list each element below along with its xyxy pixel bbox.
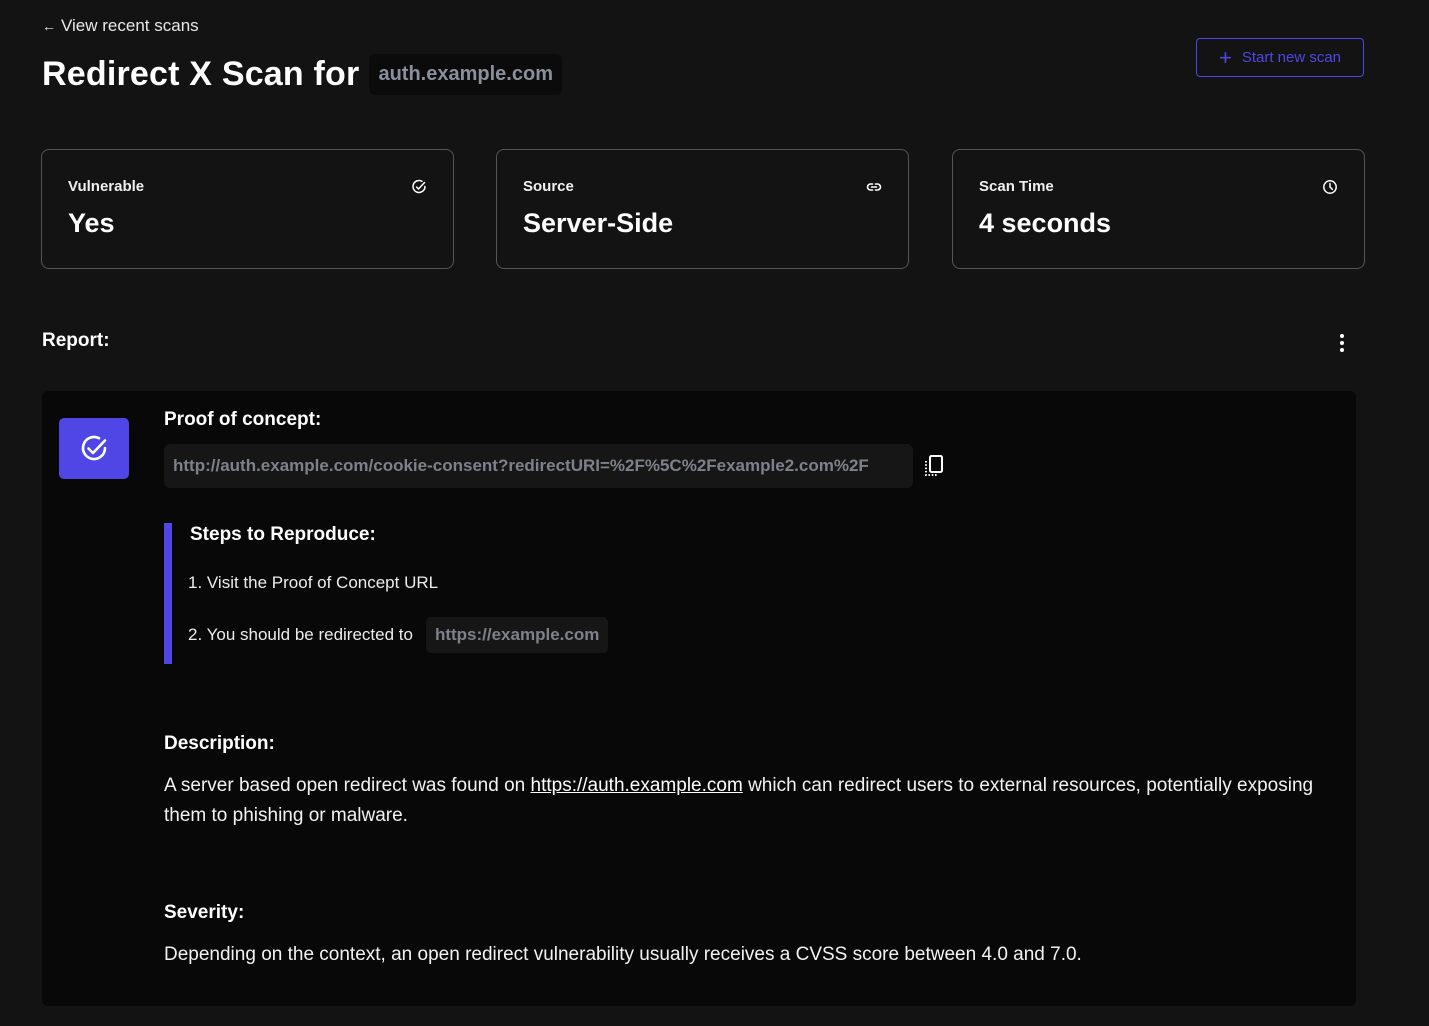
redirect-target-url: https://example.com	[425, 617, 609, 653]
steps-to-reproduce: Steps to Reproduce: 1. Visit the Proof o…	[164, 523, 764, 664]
proof-of-concept-heading: Proof of concept:	[164, 409, 322, 430]
stat-value: 4 seconds	[979, 208, 1112, 238]
stat-label: Source	[523, 178, 574, 195]
check-circle-icon	[412, 179, 426, 194]
stat-card-vulnerable: Vulnerable Yes	[41, 149, 454, 269]
report-panel: Proof of concept: http://auth.example.co…	[42, 391, 1356, 1006]
stat-card-source: Source Server-Side	[496, 149, 909, 269]
report-heading: Report:	[42, 330, 110, 351]
title-row: Redirect X Scan for auth.example.com	[42, 54, 562, 95]
step-text: 2. You should be redirected to	[188, 625, 413, 644]
steps-heading: Steps to Reproduce:	[190, 524, 376, 545]
start-new-scan-label: Start new scan	[1241, 49, 1342, 66]
vulnerable-status-badge	[59, 418, 129, 479]
step-item: 1. Visit the Proof of Concept URL	[188, 573, 438, 593]
description-link[interactable]: https://auth.example.com	[531, 775, 743, 796]
stat-value: Yes	[68, 208, 115, 238]
plus-icon: +	[1218, 44, 1232, 70]
copy-icon[interactable]	[923, 454, 945, 478]
link-icon	[866, 183, 882, 191]
step-text: 1. Visit the Proof of Concept URL	[188, 573, 439, 592]
stat-value: Server-Side	[523, 208, 674, 238]
view-recent-scans-link[interactable]: ← View recent scans	[42, 16, 199, 36]
page-title: Redirect X Scan for	[42, 55, 360, 93]
stat-label: Vulnerable	[68, 178, 145, 195]
back-link-label: View recent scans	[61, 16, 199, 35]
description-part: A server based open redirect was found o…	[164, 775, 531, 796]
proof-of-concept-url[interactable]: http://auth.example.com/cookie-consent?r…	[164, 444, 913, 488]
stat-card-scan-time: Scan Time 4 seconds	[952, 149, 1365, 269]
description-heading: Description:	[164, 733, 275, 754]
scanned-domain: auth.example.com	[369, 54, 562, 95]
arrow-left-icon: ←	[42, 18, 56, 34]
clock-icon	[1323, 180, 1337, 194]
description-text: A server based open redirect was found o…	[164, 771, 1344, 831]
step-item: 2. You should be redirected to https://e…	[188, 617, 609, 653]
start-new-scan-button[interactable]: + Start new scan	[1196, 38, 1364, 77]
severity-heading: Severity:	[164, 902, 245, 923]
check-circle-icon	[81, 435, 107, 460]
severity-text: Depending on the context, an open redire…	[164, 944, 1082, 965]
more-vertical-icon[interactable]	[1332, 330, 1352, 356]
page: ← View recent scans Redirect X Scan for …	[0, 0, 1429, 1026]
stat-label: Scan Time	[979, 178, 1054, 195]
